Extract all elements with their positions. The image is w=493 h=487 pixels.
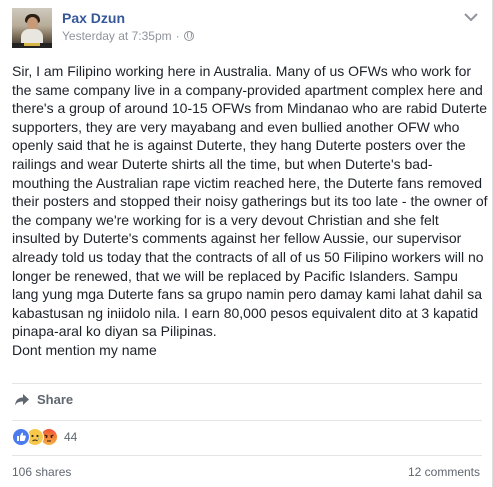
share-icon — [15, 393, 29, 405]
reactions-summary[interactable]: 44 — [12, 428, 77, 446]
like-reaction-icon — [12, 428, 30, 446]
chevron-down-icon[interactable] — [464, 12, 478, 22]
share-label: Share — [37, 392, 74, 407]
divider — [12, 383, 482, 384]
globe-icon[interactable] — [183, 31, 194, 41]
reaction-count: 44 — [64, 430, 78, 444]
author-name[interactable]: Pax Dzun — [62, 10, 125, 26]
meta-separator: · — [175, 29, 180, 43]
avatar[interactable] — [12, 8, 52, 48]
post-body: Sir, I am Filipino working here in Austr… — [12, 63, 488, 358]
post-card: Pax Dzun Yesterday at 7:35pm · Sir, I am… — [0, 0, 493, 487]
post-meta: Yesterday at 7:35pm · — [62, 29, 194, 43]
divider — [12, 420, 482, 421]
post-timestamp[interactable]: Yesterday at 7:35pm — [62, 29, 172, 43]
divider — [12, 455, 482, 456]
share-button[interactable]: Share — [14, 392, 73, 407]
shares-count[interactable]: 106 shares — [12, 465, 71, 479]
comments-count[interactable]: 12 comments — [408, 465, 480, 479]
post-header: Pax Dzun Yesterday at 7:35pm · — [12, 8, 482, 54]
